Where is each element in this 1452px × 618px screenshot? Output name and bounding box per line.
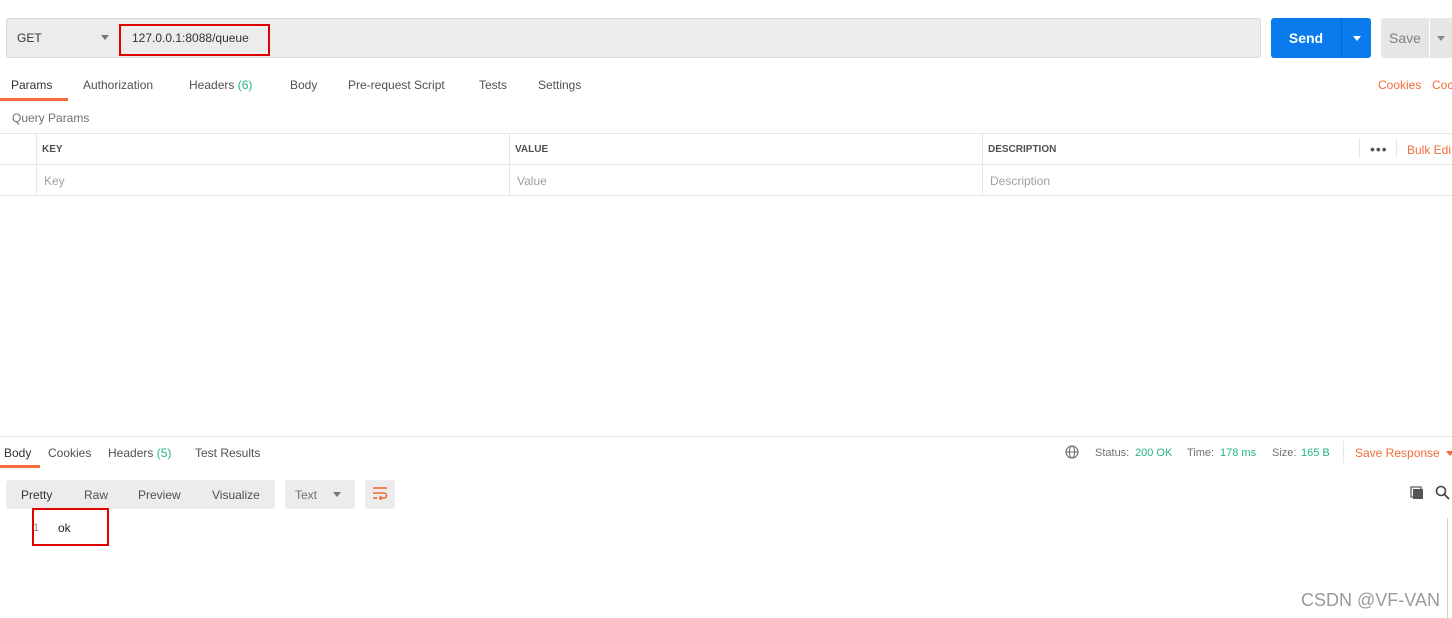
format-label: Text [295,488,318,502]
tab-headers-label: Headers [189,78,235,92]
value-input[interactable]: Value [517,174,547,188]
tab-tests[interactable]: Tests [479,78,507,92]
tab-authorization[interactable]: Authorization [83,78,153,92]
line-number: 1 [33,522,40,534]
headers-count: (6) [237,78,253,92]
watermark: CSDN @VF-VAN [1301,590,1440,610]
save-button[interactable]: Save [1381,18,1429,58]
response-tab-cookies[interactable]: Cookies [48,446,91,460]
response-tab-body[interactable]: Body [4,446,31,460]
active-response-tab-indicator [0,465,40,468]
column-divider [982,133,983,195]
response-tab-headers[interactable]: Headers (5) [108,446,171,460]
search-icon[interactable] [1435,485,1450,503]
time-value: 178 ms [1220,447,1257,459]
copy-icon[interactable] [1410,486,1424,503]
tab-body[interactable]: Body [290,78,317,92]
chevron-down-icon [1352,35,1361,41]
method-label: GET [17,31,42,45]
save-response-button[interactable]: Save Response [1355,446,1440,460]
response-divider [0,436,1452,437]
column-divider [509,133,510,195]
table-bottom-border [0,195,1452,196]
chevron-down-icon [101,35,109,40]
table-top-border [0,133,1452,134]
response-body-text: ok [58,521,71,535]
column-header-key: KEY [42,144,63,155]
active-tab-indicator [0,98,68,101]
column-header-description: DESCRIPTION [988,144,1057,155]
chevron-down-icon [1437,35,1445,41]
column-divider [1396,138,1397,158]
divider [1343,441,1344,463]
view-preview-button[interactable]: Preview [138,488,181,502]
response-headers-label: Headers [108,446,154,460]
wrap-lines-button[interactable] [365,480,395,509]
save-dropdown-button[interactable] [1430,18,1452,58]
tab-params[interactable]: Params [11,78,52,92]
globe-icon[interactable] [1065,445,1079,462]
time-label: Time: [1187,447,1215,459]
more-icon[interactable]: ••• [1370,141,1388,157]
wrap-lines-icon [372,486,388,503]
table-header-border [0,164,1452,165]
column-divider [36,133,37,195]
send-dropdown-button[interactable] [1341,18,1371,58]
scrollbar[interactable] [1447,518,1448,618]
key-input[interactable]: Key [44,174,65,188]
query-params-label: Query Params [12,111,90,125]
tab-pre-request-script[interactable]: Pre-request Script [348,78,445,92]
description-input[interactable]: Description [990,174,1050,188]
response-headers-count: (5) [156,446,172,460]
tab-settings[interactable]: Settings [538,78,581,92]
tab-headers[interactable]: Headers (6) [189,78,252,92]
response-tab-test-results[interactable]: Test Results [195,446,260,460]
column-divider [1359,138,1360,158]
view-pretty-button[interactable]: Pretty [21,488,52,502]
status-value: 200 OK [1135,447,1173,459]
size-label: Size: [1272,447,1297,459]
view-raw-button[interactable]: Raw [84,488,108,502]
view-visualize-button[interactable]: Visualize [212,488,260,502]
column-header-value: VALUE [515,144,549,155]
chevron-down-icon [333,492,341,497]
cookies-link[interactable]: Cookies [1378,78,1421,92]
chevron-down-icon[interactable] [1446,451,1452,456]
code-link[interactable]: Coc [1432,78,1452,92]
status-label: Status: [1095,447,1130,459]
size-value: 165 B [1301,447,1330,459]
url-input[interactable]: 127.0.0.1:8088/queue [132,31,249,45]
bulk-edit-link[interactable]: Bulk Edi [1407,143,1451,157]
send-button[interactable]: Send [1271,18,1341,58]
